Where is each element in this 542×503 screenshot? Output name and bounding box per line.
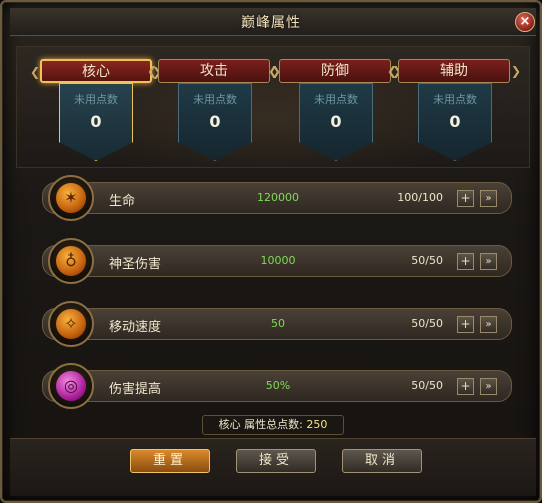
add-point-button[interactable]: + [457,378,474,395]
attribute-row-move-speed: 移动速度 50 50/50 + » [42,308,512,340]
tab-core[interactable]: ❮ 核心 ❯ [30,59,162,83]
tab-ornament-left-icon: ❮ [146,64,158,78]
cancel-button[interactable]: 取消 [342,449,422,473]
unused-points-label: 未用点数 [74,93,118,106]
attribute-value: 120000 [257,191,299,204]
attribute-level: 50/50 [411,254,443,267]
attribute-name: 神圣伤害 [109,257,162,272]
tab-ornament-left-icon: ❮ [29,65,41,79]
holy-damage-rune-icon: ♁ [48,238,94,284]
life-rune-icon: ✶ [48,175,94,221]
attribute-level: 50/50 [411,317,443,330]
total-points-label: 核心 属性总点数: [218,418,303,431]
tab-ornament-left-icon: ❮ [386,64,398,78]
tab-attack[interactable]: ❮ 攻击 ❯ [147,59,281,83]
tab-defense[interactable]: ❮ 防御 ❯ [268,59,402,83]
unused-points-value: 0 [330,112,342,131]
unused-points-value: 0 [209,112,221,131]
max-points-button[interactable]: » [480,190,497,207]
peak-attributes-window: 巅峰属性 × ❮ 核心 ❯ ❮ 攻击 ❯ ❮ 防御 ❯ ❮ 辅助 ❯ 未用点数 … [0,0,542,503]
add-point-button[interactable]: + [457,316,474,333]
unused-points-label: 未用点数 [314,93,358,106]
reset-button[interactable]: 重置 [130,449,210,473]
attribute-name: 生命 [109,194,136,209]
accept-button[interactable]: 接受 [236,449,316,473]
attribute-value: 10000 [260,254,296,267]
tab-attack-label: 攻击 [200,63,228,79]
total-points-display: 核心 属性总点数: 250 [202,415,344,435]
attribute-name: 移动速度 [109,320,162,335]
tab-ornament-right-icon: ❯ [510,64,522,78]
attribute-row-holy-damage: 神圣伤害 10000 50/50 + » [42,245,512,277]
attribute-value: 50 [271,317,285,330]
add-point-button[interactable]: + [457,190,474,207]
max-points-button[interactable]: » [480,316,497,333]
window-title: 巅峰属性 [241,15,301,31]
attribute-level: 100/100 [397,191,443,204]
attribute-name: 伤害提高 [109,382,162,397]
attribute-level: 50/50 [411,379,443,392]
move-speed-rune-icon: ✧ [48,301,94,347]
close-icon[interactable]: × [515,12,535,32]
damage-boost-rune-icon: ◎ [48,363,94,409]
unused-points-label: 未用点数 [193,93,237,106]
unused-points-value: 0 [90,112,102,131]
attribute-row-life: 生命 120000 100/100 + » [42,182,512,214]
tab-support[interactable]: ❮ 辅助 ❯ [387,59,521,83]
attribute-row-damage-boost: 伤害提高 50% 50/50 + » [42,370,512,402]
max-points-button[interactable]: » [480,378,497,395]
tab-ornament-left-icon: ❮ [267,64,279,78]
attribute-value: 50% [265,379,291,392]
tab-support-label: 辅助 [440,63,468,79]
total-points-value: 250 [306,418,328,431]
tab-defense-label: 防御 [321,63,349,79]
unused-points-value: 0 [449,112,461,131]
unused-points-label: 未用点数 [433,93,477,106]
max-points-button[interactable]: » [480,253,497,270]
add-point-button[interactable]: + [457,253,474,270]
tab-core-label: 核心 [82,64,110,80]
